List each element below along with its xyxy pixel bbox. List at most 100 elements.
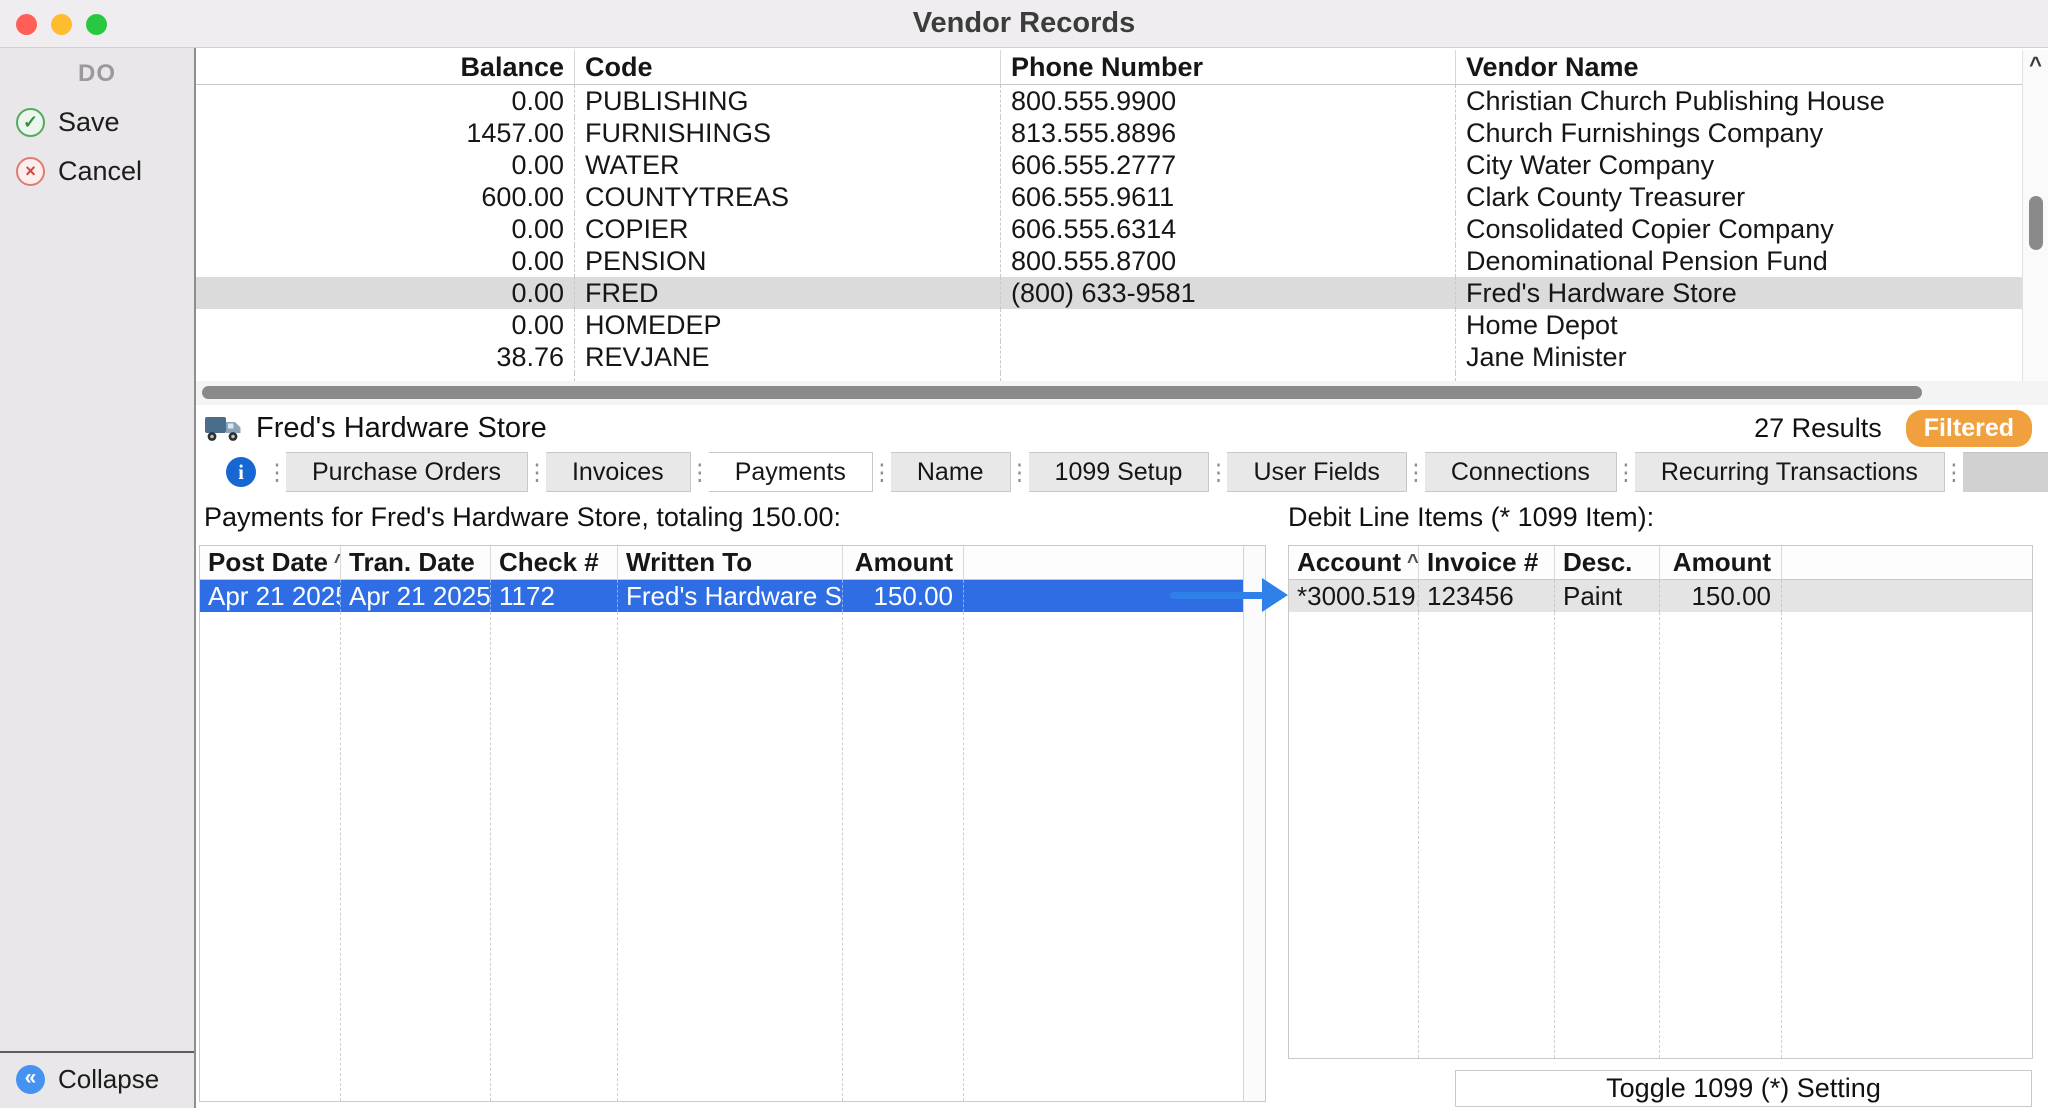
save-label: Save xyxy=(58,107,120,138)
vendor-table-vscrollbar[interactable]: ^ xyxy=(2022,50,2048,381)
cancel-x-icon: × xyxy=(16,157,45,186)
sort-asc-icon: ^ xyxy=(334,546,341,579)
cell-balance: 0.00 xyxy=(196,245,575,277)
column-header-desc[interactable]: Desc. xyxy=(1555,546,1660,580)
selected-vendor-name: Fred's Hardware Store xyxy=(256,412,547,445)
cell-vendor-name: Jane Minister xyxy=(1456,341,2022,373)
cell-empty xyxy=(1782,580,2032,612)
column-header-invoice[interactable]: Invoice # xyxy=(1419,546,1555,580)
vendor-table-hscrollbar[interactable] xyxy=(196,381,2048,405)
column-header-code[interactable]: Code xyxy=(575,50,1001,85)
cell-balance: 600.00 xyxy=(196,181,575,213)
column-header-balance[interactable]: Balance xyxy=(196,50,575,85)
payments-table-header: Post Date ^ Tran. Date Check # Written T… xyxy=(200,546,1243,580)
column-header-vendor-name[interactable]: Vendor Name xyxy=(1456,50,2022,85)
vendor-table: Balance Code Phone Number Vendor Name 0.… xyxy=(196,50,2022,381)
tab-name[interactable]: Name xyxy=(891,452,1011,492)
cell-vendor-name: Christian Church Publishing House xyxy=(1456,85,2022,117)
tab-drag-handle-icon[interactable]: ⋮ xyxy=(528,452,546,492)
zoom-window-button[interactable] xyxy=(86,14,107,35)
payments-table-scrollbar[interactable] xyxy=(1243,546,1265,1101)
cell-check: 1172 xyxy=(491,580,618,612)
minimize-window-button[interactable] xyxy=(51,14,72,35)
cell-phone: 606.555.9611 xyxy=(1001,181,1456,213)
vendor-table-header: Balance Code Phone Number Vendor Name xyxy=(196,50,2022,85)
table-row[interactable]: 1457.00 FURNISHINGS 813.555.8896 Church … xyxy=(196,117,2022,149)
column-header-amount[interactable]: Amount xyxy=(843,546,964,580)
tab-drag-handle-icon[interactable]: ⋮ xyxy=(268,452,286,492)
cell-vendor-name: Consolidated Copier Company xyxy=(1456,213,2022,245)
cell-tran-date: Apr 21 2025 xyxy=(341,580,491,612)
toggle-1099-button[interactable]: Toggle 1099 (*) Setting xyxy=(1455,1070,2032,1107)
info-icon: i xyxy=(226,457,256,487)
payment-row-selected[interactable]: Apr 21 2025 Apr 21 2025 1172 Fred's Hard… xyxy=(200,580,1243,612)
cell-vendor-name: Fred's Hardware Store xyxy=(1456,277,2022,309)
column-header-amount[interactable]: Amount xyxy=(1660,546,1782,580)
cell-vendor-name: City Water Company xyxy=(1456,149,2022,181)
tab-drag-handle-icon[interactable]: ⋮ xyxy=(1209,452,1227,492)
table-row[interactable]: 0.00 PENSION 800.555.8700 Denominational… xyxy=(196,245,2022,277)
debit-row[interactable]: *3000.519... 123456 Paint 150.00 xyxy=(1289,580,2032,612)
tab-drag-handle-icon[interactable]: ⋮ xyxy=(691,452,709,492)
column-header-phone[interactable]: Phone Number xyxy=(1001,50,1456,85)
cell-code: FURNISHINGS xyxy=(575,117,1001,149)
tab-connections[interactable]: Connections xyxy=(1425,452,1617,492)
cell-phone: (800) 633-9581 xyxy=(1001,277,1456,309)
cell-balance: 1457.00 xyxy=(196,117,575,149)
tab-drag-handle-icon[interactable]: ⋮ xyxy=(1407,452,1425,492)
cell-account: *3000.519... xyxy=(1289,580,1419,612)
cell-post-date: Apr 21 2025 xyxy=(200,580,341,612)
sort-asc-icon: ^ xyxy=(1407,546,1419,579)
tab-payments[interactable]: Payments xyxy=(709,452,873,492)
cell-vendor-name: Denominational Pension Fund xyxy=(1456,245,2022,277)
table-row[interactable]: 38.76 REVJANE Jane Minister xyxy=(196,341,2022,373)
table-row[interactable]: 0.00 HOMEDEP Home Depot xyxy=(196,309,2022,341)
payments-table: Post Date ^ Tran. Date Check # Written T… xyxy=(199,545,1266,1102)
column-header-check[interactable]: Check # xyxy=(491,546,618,580)
cell-written-to: Fred's Hardware Store xyxy=(618,580,843,612)
table-row[interactable]: 0.00 COPIER 606.555.6314 Consolidated Co… xyxy=(196,213,2022,245)
close-window-button[interactable] xyxy=(16,14,37,35)
tab-drag-handle-icon[interactable]: ⋮ xyxy=(873,452,891,492)
results-count: 27 Results xyxy=(1754,413,1882,444)
scroll-up-icon[interactable]: ^ xyxy=(2023,50,2048,80)
tab-drag-handle-icon[interactable]: ⋮ xyxy=(1945,452,1963,492)
cell-code: FRED xyxy=(575,277,1001,309)
table-row[interactable]: 0.00 PUBLISHING 800.555.9900 Christian C… xyxy=(196,85,2022,117)
save-check-icon: ✓ xyxy=(16,108,45,137)
cell-code: REVJANE xyxy=(575,341,1001,373)
tab-1099-setup[interactable]: 1099 Setup xyxy=(1029,452,1210,492)
scrollbar-thumb[interactable] xyxy=(2029,196,2043,250)
truck-icon xyxy=(204,414,242,444)
titlebar: Vendor Records xyxy=(0,0,2048,48)
cell-code: PUBLISHING xyxy=(575,85,1001,117)
cancel-button[interactable]: × Cancel xyxy=(0,147,194,196)
scrollbar-thumb[interactable] xyxy=(202,386,1922,399)
tab-bar: i ⋮ Purchase Orders ⋮ Invoices ⋮ Payment… xyxy=(196,452,2048,492)
link-arrow-icon xyxy=(1170,592,1264,599)
debit-table-filler xyxy=(1289,612,2032,1058)
tab-user-fields[interactable]: User Fields xyxy=(1227,452,1406,492)
tab-invoices[interactable]: Invoices xyxy=(546,452,691,492)
table-row-selected[interactable]: 0.00 FRED (800) 633-9581 Fred's Hardware… xyxy=(196,277,2022,309)
collapse-button[interactable]: « Collapse xyxy=(0,1053,194,1108)
column-header-account[interactable]: Account ^ xyxy=(1289,546,1419,580)
cell-phone: 606.555.2777 xyxy=(1001,149,1456,181)
column-header-empty xyxy=(1782,546,2032,580)
table-row[interactable]: 0.00 WATER 606.555.2777 City Water Compa… xyxy=(196,149,2022,181)
tab-drag-handle-icon[interactable]: ⋮ xyxy=(1011,452,1029,492)
tab-purchase-orders[interactable]: Purchase Orders xyxy=(286,452,528,492)
cell-balance: 38.76 xyxy=(196,341,575,373)
column-header-post-date[interactable]: Post Date ^ xyxy=(200,546,341,580)
column-header-written-to[interactable]: Written To xyxy=(618,546,843,580)
window-title: Vendor Records xyxy=(913,7,1135,40)
tab-recurring-transactions[interactable]: Recurring Transactions xyxy=(1635,452,1945,492)
filtered-badge[interactable]: Filtered xyxy=(1906,410,2032,447)
column-header-tran-date[interactable]: Tran. Date xyxy=(341,546,491,580)
table-row[interactable]: 600.00 COUNTYTREAS 606.555.9611 Clark Co… xyxy=(196,181,2022,213)
cell-phone xyxy=(1001,341,1456,373)
tab-drag-handle-icon[interactable]: ⋮ xyxy=(1617,452,1635,492)
payments-content: Payments for Fred's Hardware Store, tota… xyxy=(196,492,2048,1108)
info-button[interactable]: i xyxy=(214,452,268,492)
save-button[interactable]: ✓ Save xyxy=(0,98,194,147)
